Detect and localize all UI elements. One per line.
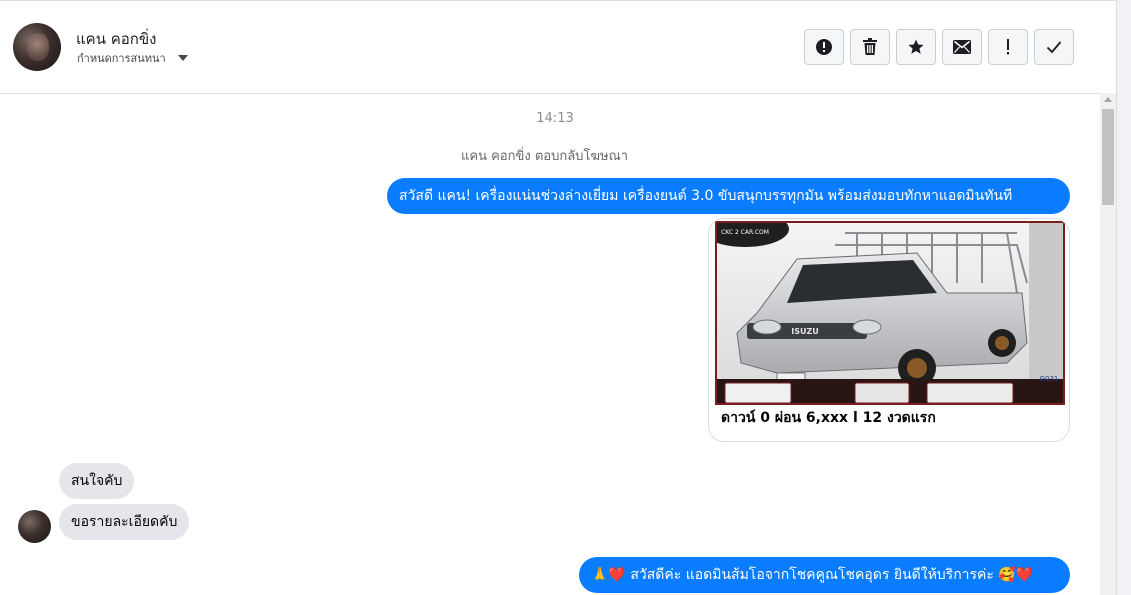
contact-avatar[interactable] (13, 23, 61, 71)
watermark-text: CKC 2 CAR.COM (721, 229, 769, 236)
love-heart-emoji: 🥰❤️ (998, 567, 1034, 583)
envelope-icon (953, 40, 971, 54)
svg-text:ISUZU: ISUZU (791, 327, 819, 336)
star-button[interactable] (896, 29, 936, 65)
message-text: ขอรายละเอียดคับ (71, 514, 178, 530)
ad-image[interactable]: ISUZU CKC 2 CAR.COM G031 (715, 221, 1065, 405)
incoming-message[interactable]: ขอรายละเอียดคับ (59, 504, 190, 540)
ad-card[interactable]: ISUZU CKC 2 CAR.COM G031 ดาวน์ 0 ผ่อน 6,… (708, 218, 1070, 442)
outgoing-message[interactable]: สวัสดี แคน! เครื่องแน่นช่วงล่างเยี่ยม เค… (387, 178, 1070, 214)
assign-label: กำหนดการสนทนา (77, 52, 166, 65)
sender-avatar[interactable] (18, 510, 51, 543)
message-text: สวัสดีค่ะ แอดมินส้มโอจากโชคคูณโชคอุดร ยิ… (625, 567, 999, 583)
alert-icon (816, 39, 832, 55)
follow-up-button[interactable] (988, 29, 1028, 65)
pickup-truck-image: ISUZU CKC 2 CAR.COM G031 (717, 223, 1063, 403)
incoming-message[interactable]: สนใจคับ (59, 463, 135, 499)
conversation-panel: แคน คอกขิ่ง กำหนดการสนทนา 14:13 แคน คอกข… (0, 0, 1117, 595)
mark-done-button[interactable] (1034, 29, 1074, 65)
scroll-thumb[interactable] (1102, 109, 1114, 205)
scroll-up-arrow-icon[interactable] (1104, 97, 1112, 102)
conversation-header: แคน คอกขิ่ง กำหนดการสนทนา (0, 0, 1116, 94)
thread-scrollbar[interactable] (1100, 93, 1116, 595)
image-badge: G031 (1040, 375, 1059, 383)
spam-button[interactable] (804, 29, 844, 65)
system-note: แคน คอกขิ่ง ตอบกลับโฆษณา (461, 149, 628, 164)
ad-caption[interactable]: ดาวน์ 0 ผ่อน 6,xxx l 12 งวดแรก (721, 407, 936, 429)
message-text: สนใจคับ (71, 473, 123, 489)
star-icon (908, 39, 924, 54)
check-icon (1046, 41, 1062, 54)
mark-unread-button[interactable] (942, 29, 982, 65)
message-text: สวัสดี แคน! เครื่องแน่นช่วงล่างเยี่ยม เค… (399, 188, 1013, 204)
exclamation-icon (1007, 39, 1009, 55)
assign-conversation-dropdown[interactable]: กำหนดการสนทนา (77, 49, 188, 67)
pray-heart-emoji: 🙏❤️ (591, 567, 626, 583)
conversation-toolbar (804, 29, 1074, 65)
trash-icon (863, 38, 877, 55)
contact-name[interactable]: แคน คอกขิ่ง (76, 27, 156, 51)
message-timestamp: 14:13 (536, 111, 574, 126)
delete-button[interactable] (850, 29, 890, 65)
message-thread[interactable]: 14:13 แคน คอกขิ่ง ตอบกลับโฆษณา สวัสดี แค… (0, 93, 1100, 595)
caret-down-icon (177, 55, 188, 61)
outgoing-message[interactable]: 🙏❤️ สวัสดีค่ะ แอดมินส้มโอจากโชคคูณโชคอุด… (579, 557, 1070, 593)
